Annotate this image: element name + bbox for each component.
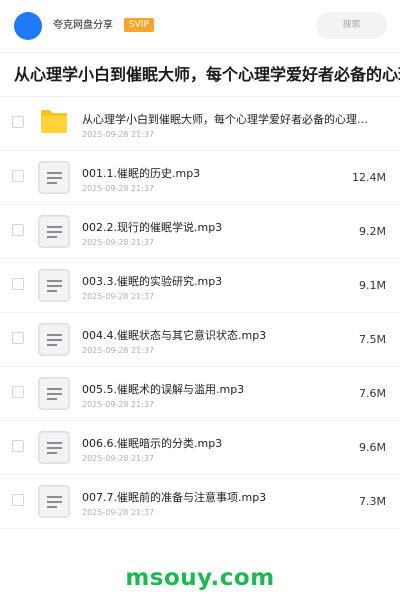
file-date: 2025-09-28 21:37 [82,346,155,355]
file-name: 001.1.催眠的历史.mp3 [82,167,201,180]
list-item[interactable]: 006.6.催眠暗示的分类.mp3 2025-09-28 21:37 9.6M [0,421,400,475]
list-item[interactable]: 从心理学小白到催眠大师，每个心理学爱好者必备的心理… 2025-09-28 21… [0,97,400,151]
file-date: 2025-09-28 21:37 [82,238,155,247]
list-item[interactable]: 003.3.催眠的实验研究.mp3 2025-09-28 21:37 9.1M [0,259,400,313]
file-size: 7.3M [359,495,386,508]
watermark: msouy.com [125,565,275,591]
list-item[interactable]: 005.5.催眠术的误解与滥用.mp3 2025-09-28 21:37 7.6… [0,367,400,421]
file-size: 9.6M [359,441,386,454]
file-date: 2025-09-28 21:37 [82,292,155,301]
file-name: 002.2.现行的催眠学说.mp3 [82,221,223,234]
select-checkbox[interactable] [12,224,24,236]
file-size: 9.1M [359,279,386,292]
file-name: 从心理学小白到催眠大师，每个心理学爱好者必备的心理… [82,113,368,126]
file-list: 从心理学小白到催眠大师，每个心理学爱好者必备的心理… 2025-09-28 21… [0,97,400,529]
list-item[interactable]: 001.1.催眠的历史.mp3 2025-09-28 21:37 12.4M [0,151,400,205]
audio-file-icon [38,323,70,356]
share-page: 夸克网盘分享 SVIP 从心理学小白到催眠大师，每个心理学爱好者必备的心理技能 … [0,0,400,600]
select-checkbox[interactable] [12,116,24,128]
select-checkbox[interactable] [12,494,24,506]
page-title: 从心理学小白到催眠大师，每个心理学爱好者必备的心理技能 [14,65,400,84]
audio-file-icon [38,377,70,410]
file-date: 2025-09-28 21:37 [82,184,155,193]
file-name: 005.5.催眠术的误解与滥用.mp3 [82,383,245,396]
file-date: 2025-09-28 21:37 [82,400,155,409]
audio-file-icon [38,161,70,194]
select-checkbox[interactable] [12,440,24,452]
select-checkbox[interactable] [12,332,24,344]
file-size: 7.5M [359,333,386,346]
list-item[interactable]: 004.4.催眠状态与其它意识状态.mp3 2025-09-28 21:37 7… [0,313,400,367]
file-date: 2025-09-28 21:37 [82,454,155,463]
select-checkbox[interactable] [12,386,24,398]
title-bar: 从心理学小白到催眠大师，每个心理学爱好者必备的心理技能 [0,52,400,97]
audio-file-icon [38,431,70,464]
file-size: 7.6M [359,387,386,400]
audio-file-icon [38,215,70,248]
list-item[interactable]: 002.2.现行的催眠学说.mp3 2025-09-28 21:37 9.2M [0,205,400,259]
file-size: 12.4M [352,171,386,184]
header: 夸克网盘分享 SVIP [0,0,400,52]
file-name: 007.7.催眠前的准备与注意事项.mp3 [82,491,267,504]
list-item[interactable]: 007.7.催眠前的准备与注意事项.mp3 2025-09-28 21:37 7… [0,475,400,529]
file-name: 004.4.催眠状态与其它意识状态.mp3 [82,329,267,342]
audio-file-icon [38,269,70,302]
select-checkbox[interactable] [12,170,24,182]
file-date: 2025-09-28 21:37 [82,508,155,517]
file-date: 2025-09-28 21:37 [82,130,155,139]
avatar[interactable] [14,12,42,40]
audio-file-icon [38,485,70,518]
svip-badge: SVIP [124,18,154,32]
file-name: 006.6.催眠暗示的分类.mp3 [82,437,223,450]
share-owner-name: 夸克网盘分享 [53,20,113,31]
search-input[interactable] [316,12,387,39]
select-checkbox[interactable] [12,278,24,290]
file-name: 003.3.催眠的实验研究.mp3 [82,275,223,288]
file-size: 9.2M [359,225,386,238]
folder-icon [41,110,67,133]
